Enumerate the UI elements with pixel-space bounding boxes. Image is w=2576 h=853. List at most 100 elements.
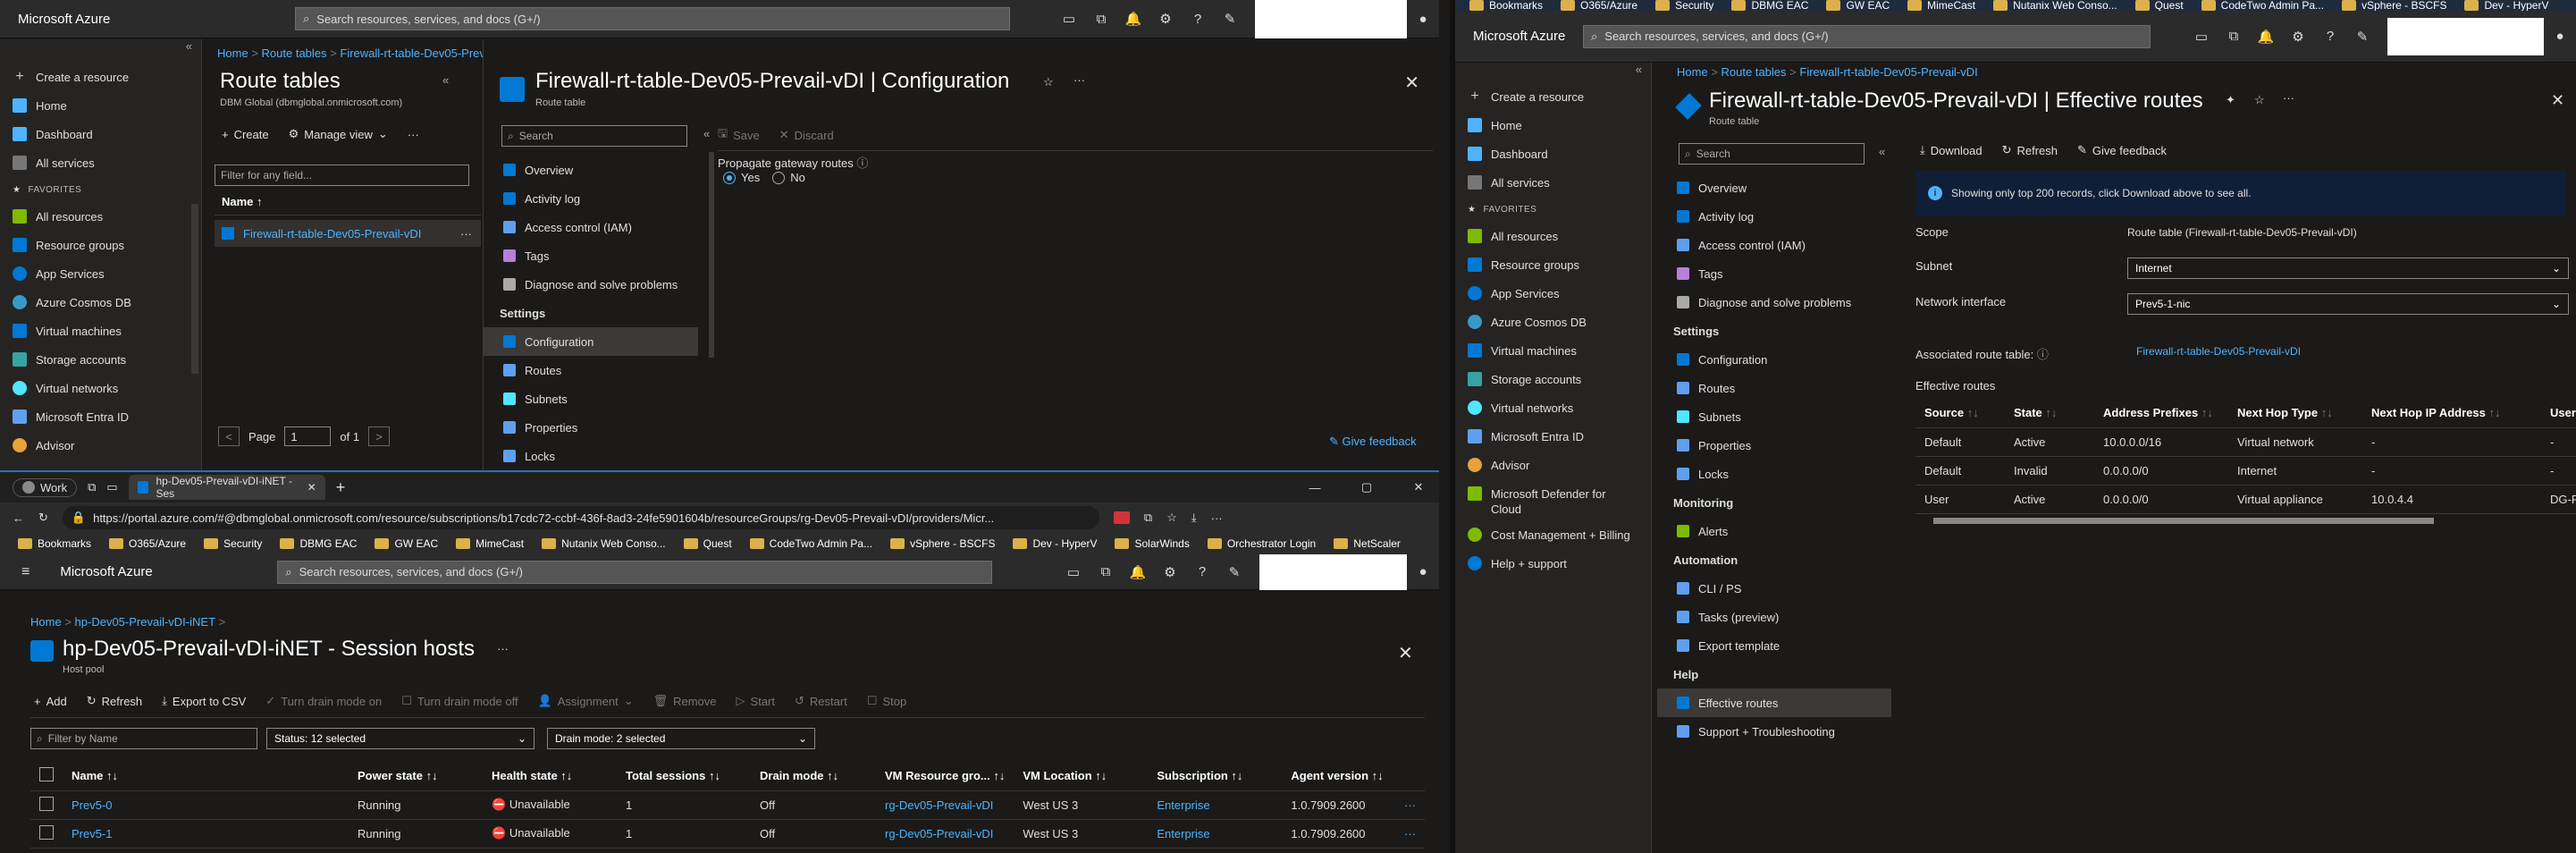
nav-fav[interactable]: Advisor [0, 431, 201, 460]
bookmark-item[interactable]: Bookmarks [18, 537, 91, 550]
new-tab-icon[interactable]: + [336, 478, 346, 497]
col-drain[interactable]: Drain mode ↑↓ [751, 762, 876, 791]
nav-create-resource[interactable]: + Create a resource [0, 63, 201, 91]
nav-fav[interactable]: Virtual machines [0, 317, 201, 345]
col-next-hop-type[interactable]: Next Hop Type ↑↓ [2228, 399, 2362, 428]
nav-create-resource[interactable]: + Create a resource [1455, 82, 1651, 111]
col-power[interactable]: Power state ↑↓ [349, 762, 483, 791]
nav-fav[interactable]: Virtual machines [1455, 336, 1651, 365]
extensions-icon[interactable]: ⧉ [1144, 511, 1152, 525]
refresh-button[interactable]: ↻ Refresh [87, 694, 142, 708]
menu-search-input[interactable]: ⌕ Search [1679, 143, 1865, 165]
collapse-menu-icon[interactable]: « [703, 127, 710, 140]
more-icon[interactable]: ··· [408, 127, 419, 141]
pin-icon[interactable]: ✦ [2226, 93, 2235, 107]
cloud-shell-icon[interactable]: ▭ [1057, 564, 1090, 580]
nav-fav[interactable]: Resource groups [1455, 250, 1651, 279]
workspaces-icon[interactable]: ⧉ [88, 480, 96, 494]
nav-fav[interactable]: Virtual networks [1455, 393, 1651, 422]
bookmark-item[interactable]: MimeCast [1907, 0, 1975, 11]
close-icon[interactable]: ✕ [1404, 72, 1419, 94]
menu-support[interactable]: Support + Troubleshooting [1657, 717, 1891, 746]
menu-alerts[interactable]: Alerts [1657, 517, 1891, 545]
bookmark-item[interactable]: Dev - HyperV [1013, 537, 1097, 550]
col-sessions[interactable]: Total sessions ↑↓ [617, 762, 751, 791]
status-filter-dropdown[interactable]: Status: 12 selected ⌄ [266, 728, 535, 749]
nav-dashboard[interactable]: Dashboard [0, 120, 201, 148]
menu-configuration[interactable]: Configuration [484, 327, 698, 356]
table-row[interactable]: Prev5-0 Running ⛔ Unavailable 1 Off rg-D… [30, 790, 1425, 820]
feedback-icon[interactable]: ✎ [2346, 29, 2378, 45]
subnet-dropdown[interactable]: Internet ⌄ [2127, 258, 2569, 279]
minimize-icon[interactable]: — [1294, 481, 1335, 494]
global-search[interactable]: ⌕ Search resources, services, and docs (G… [295, 7, 1010, 30]
menu-tags[interactable]: Tags [484, 241, 698, 270]
nav-home[interactable]: Home [1455, 111, 1651, 139]
menu-effective-routes[interactable]: Effective routes [1657, 688, 1891, 717]
manage-view-button[interactable]: ⚙ Manage view ⌄ [289, 127, 388, 141]
nav-fav[interactable]: App Services [0, 259, 201, 288]
export-csv-button[interactable]: ⤓ Export to CSV [162, 694, 246, 708]
menu-diagnose[interactable]: Diagnose and solve problems [484, 270, 698, 299]
give-feedback-link[interactable]: ✎ Give feedback [1329, 435, 1417, 449]
cloud-shell-icon[interactable]: ▭ [2185, 29, 2218, 45]
menu-properties[interactable]: Properties [484, 413, 698, 442]
feedback-icon[interactable]: ✎ [1218, 564, 1250, 580]
menu-subnets[interactable]: Subnets [1657, 402, 1891, 431]
notifications-icon[interactable]: 🔔 [1122, 564, 1154, 580]
help-icon[interactable]: ? [1182, 12, 1214, 27]
menu-tags[interactable]: Tags [1657, 259, 1891, 288]
prev-page-button[interactable]: < [218, 426, 240, 446]
pin-icon[interactable]: ☆ [1043, 75, 1054, 89]
menu-overview[interactable]: Overview [484, 156, 698, 184]
menu-search-input[interactable]: ⌕ Search [501, 125, 687, 147]
bookmark-item[interactable]: Dev - HyperV [2464, 0, 2548, 11]
list-item[interactable]: Firewall-rt-table-Dev05-Prevail-vDI ··· [215, 220, 481, 247]
bookmark-item[interactable]: Nutanix Web Conso... [542, 537, 666, 550]
nav-home[interactable]: Home [0, 91, 201, 120]
stop-button[interactable]: ☐ Stop [867, 694, 906, 708]
help-icon[interactable]: ? [1186, 564, 1218, 579]
favorite-icon[interactable]: ☆ [2254, 93, 2265, 107]
nic-dropdown[interactable]: Prev5-1-nic ⌄ [2127, 293, 2569, 315]
list-scrollbar[interactable] [191, 204, 198, 374]
settings-icon[interactable]: ⚙ [1154, 564, 1186, 580]
nav-fav[interactable]: Virtual networks [0, 374, 201, 402]
assignment-button[interactable]: 👤 Assignment ⌄ [538, 694, 634, 708]
nav-fav[interactable]: Storage accounts [0, 345, 201, 374]
nav-fav[interactable]: Azure Cosmos DB [0, 288, 201, 317]
menu-diagnose[interactable]: Diagnose and solve problems [1657, 288, 1891, 317]
maximize-icon[interactable]: ▢ [1346, 480, 1387, 494]
feedback-icon[interactable]: ✎ [1214, 11, 1246, 27]
account-box[interactable] [2387, 17, 2544, 55]
bookmark-item[interactable]: Quest [2134, 0, 2184, 11]
filter-name-input[interactable]: ⌕ Filter by Name [30, 728, 257, 749]
settings-icon[interactable]: ⚙ [2282, 29, 2314, 45]
menu-configuration[interactable]: Configuration [1657, 345, 1891, 374]
give-feedback-button[interactable]: ✎ Give feedback [2077, 143, 2167, 157]
bookmark-item[interactable]: CodeTwo Admin Pa... [749, 537, 872, 550]
drain-off-button[interactable]: ☐ Turn drain mode off [401, 694, 518, 708]
bookmark-item[interactable]: O365/Azure [109, 537, 186, 550]
col-agent[interactable]: Agent version ↑↓ [1282, 762, 1395, 791]
more-icon[interactable]: ··· [497, 642, 509, 655]
col-next-hop-ip[interactable]: Next Hop IP Address ↑↓ [2362, 399, 2541, 428]
bookmark-item[interactable]: MimeCast [456, 537, 524, 550]
menu-export-template[interactable]: Export template [1657, 631, 1891, 660]
table-row[interactable]: Prev5-1 Running ⛔ Unavailable 1 Off rg-D… [30, 819, 1425, 849]
collapse-list-icon[interactable]: « [442, 73, 449, 87]
subscription-link[interactable]: Enterprise [1148, 819, 1283, 849]
nav-fav[interactable]: Microsoft Entra ID [0, 402, 201, 431]
nav-fav[interactable]: Resource groups [0, 231, 201, 259]
menu-activity-log[interactable]: Activity log [484, 184, 698, 213]
col-prefixes[interactable]: Address Prefixes ↑↓ [2094, 399, 2228, 428]
directory-icon[interactable]: ⧉ [2218, 29, 2250, 44]
routes-horizontal-scrollbar[interactable] [1933, 518, 2434, 524]
col-state[interactable]: State ↑↓ [2005, 399, 2094, 428]
menu-locks[interactable]: Locks [484, 442, 698, 470]
directory-icon[interactable]: ⧉ [1085, 12, 1117, 27]
radio-yes[interactable]: Yes [723, 171, 760, 184]
nav-all-services[interactable]: All services [0, 148, 201, 177]
row-checkbox[interactable] [39, 796, 54, 811]
menu-routes[interactable]: Routes [484, 356, 698, 384]
